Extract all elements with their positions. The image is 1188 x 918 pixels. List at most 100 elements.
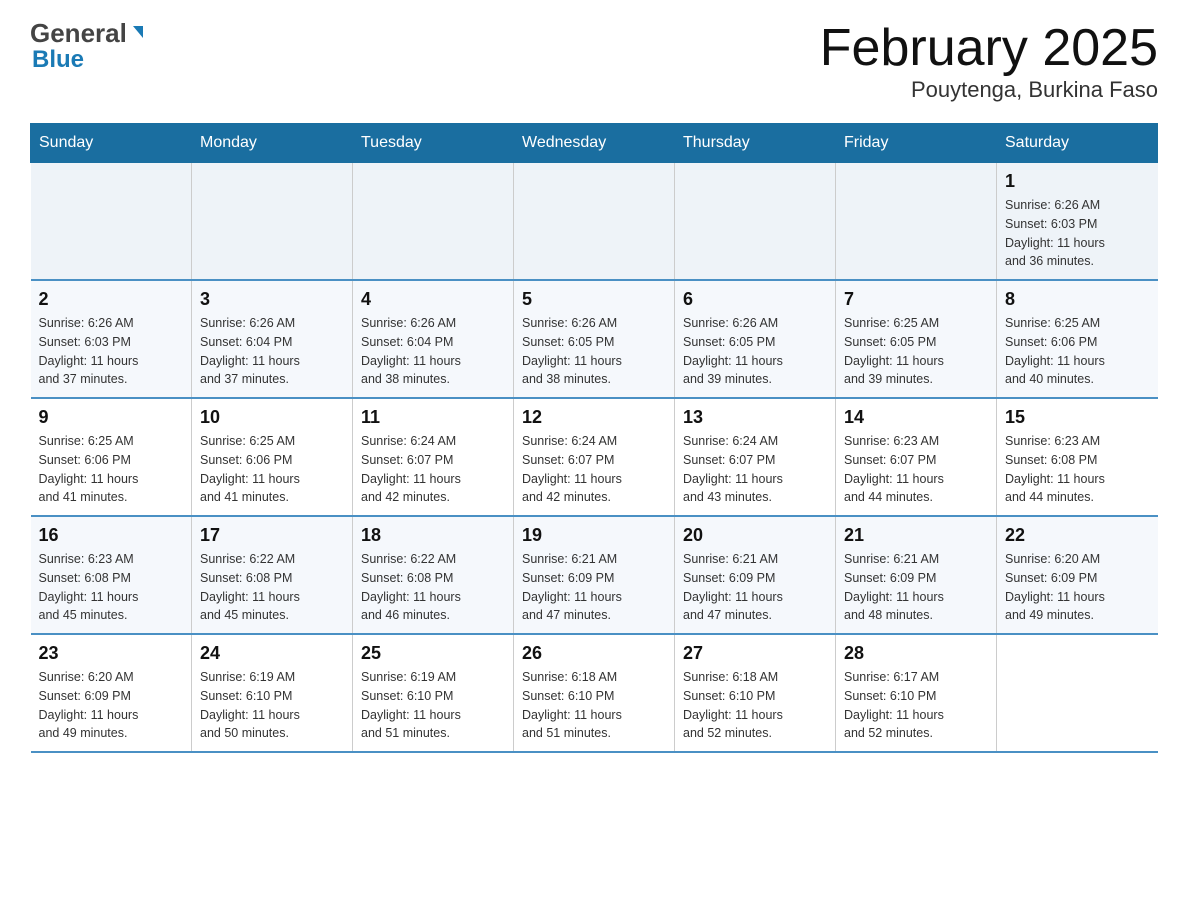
calendar-cell: 15Sunrise: 6:23 AMSunset: 6:08 PMDayligh…	[997, 398, 1158, 516]
logo: General Blue	[30, 20, 147, 74]
day-info: Sunrise: 6:23 AMSunset: 6:08 PMDaylight:…	[1005, 432, 1150, 507]
calendar-week-row: 2 Sunrise: 6:26 AMSunset: 6:03 PMDaylight…	[31, 280, 1158, 398]
day-number: 2	[39, 289, 184, 310]
day-info: Sunrise: 6:26 AMSunset: 6:04 PMDaylight:…	[200, 314, 344, 389]
logo-arrow-icon	[129, 24, 147, 42]
day-number: 21	[844, 525, 988, 546]
calendar-cell	[31, 163, 192, 281]
calendar-header-row: SundayMondayTuesdayWednesdayThursdayFrid…	[31, 124, 1158, 163]
day-number: 7	[844, 289, 988, 310]
day-info: Sunrise: 6:21 AMSunset: 6:09 PMDaylight:…	[683, 550, 827, 625]
logo-general-text: General	[30, 20, 127, 46]
day-info: Sunrise: 6:26 AMSunset: 6:03 PMDaylight:…	[39, 314, 184, 389]
day-number: 1	[1005, 171, 1150, 192]
day-info: Sunrise: 6:19 AMSunset: 6:10 PMDaylight:…	[200, 668, 344, 743]
day-number: 11	[361, 407, 505, 428]
day-number: 12	[522, 407, 666, 428]
day-info: Sunrise: 6:24 AMSunset: 6:07 PMDaylight:…	[683, 432, 827, 507]
calendar-cell	[192, 163, 353, 281]
calendar-cell: 23 Sunrise: 6:20 AMSunset: 6:09 PMDayligh…	[31, 634, 192, 752]
day-number: 23	[39, 643, 184, 664]
day-info: Sunrise: 6:25 AMSunset: 6:06 PMDaylight:…	[1005, 314, 1150, 389]
day-number: 28	[844, 643, 988, 664]
weekday-header-saturday: Saturday	[997, 124, 1158, 163]
calendar-week-row: 1 Sunrise: 6:26 AMSunset: 6:03 PMDaylight…	[31, 163, 1158, 281]
calendar-table: SundayMondayTuesdayWednesdayThursdayFrid…	[30, 123, 1158, 753]
day-number: 16	[39, 525, 184, 546]
calendar-cell: 7 Sunrise: 6:25 AMSunset: 6:05 PMDaylight…	[836, 280, 997, 398]
calendar-cell: 16 Sunrise: 6:23 AMSunset: 6:08 PMDayligh…	[31, 516, 192, 634]
day-number: 17	[200, 525, 344, 546]
calendar-cell: 20 Sunrise: 6:21 AMSunset: 6:09 PMDayligh…	[675, 516, 836, 634]
calendar-cell: 27 Sunrise: 6:18 AMSunset: 6:10 PMDayligh…	[675, 634, 836, 752]
calendar-cell: 25 Sunrise: 6:19 AMSunset: 6:10 PMDayligh…	[353, 634, 514, 752]
day-number: 24	[200, 643, 344, 664]
weekday-header-thursday: Thursday	[675, 124, 836, 163]
day-info: Sunrise: 6:20 AMSunset: 6:09 PMDaylight:…	[1005, 550, 1150, 625]
calendar-cell: 21 Sunrise: 6:21 AMSunset: 6:09 PMDayligh…	[836, 516, 997, 634]
day-info: Sunrise: 6:25 AMSunset: 6:05 PMDaylight:…	[844, 314, 988, 389]
day-number: 18	[361, 525, 505, 546]
calendar-week-row: 16 Sunrise: 6:23 AMSunset: 6:08 PMDayligh…	[31, 516, 1158, 634]
day-info: Sunrise: 6:18 AMSunset: 6:10 PMDaylight:…	[683, 668, 827, 743]
calendar-cell: 24 Sunrise: 6:19 AMSunset: 6:10 PMDayligh…	[192, 634, 353, 752]
day-info: Sunrise: 6:22 AMSunset: 6:08 PMDaylight:…	[200, 550, 344, 625]
calendar-cell	[997, 634, 1158, 752]
calendar-cell: 19Sunrise: 6:21 AMSunset: 6:09 PMDayligh…	[514, 516, 675, 634]
calendar-cell: 22 Sunrise: 6:20 AMSunset: 6:09 PMDayligh…	[997, 516, 1158, 634]
calendar-cell: 13Sunrise: 6:24 AMSunset: 6:07 PMDayligh…	[675, 398, 836, 516]
weekday-header-sunday: Sunday	[31, 124, 192, 163]
calendar-cell	[514, 163, 675, 281]
day-number: 26	[522, 643, 666, 664]
calendar-cell: 28 Sunrise: 6:17 AMSunset: 6:10 PMDayligh…	[836, 634, 997, 752]
day-info: Sunrise: 6:26 AMSunset: 6:03 PMDaylight:…	[1005, 196, 1150, 271]
calendar-cell: 11 Sunrise: 6:24 AMSunset: 6:07 PMDayligh…	[353, 398, 514, 516]
day-info: Sunrise: 6:17 AMSunset: 6:10 PMDaylight:…	[844, 668, 988, 743]
weekday-header-friday: Friday	[836, 124, 997, 163]
page-header: General Blue February 2025 Pouytenga, Bu…	[30, 20, 1158, 103]
calendar-cell: 9 Sunrise: 6:25 AMSunset: 6:06 PMDaylight…	[31, 398, 192, 516]
calendar-cell: 6Sunrise: 6:26 AMSunset: 6:05 PMDaylight…	[675, 280, 836, 398]
logo-blue-text: Blue	[30, 46, 84, 74]
day-number: 9	[39, 407, 184, 428]
calendar-cell: 1 Sunrise: 6:26 AMSunset: 6:03 PMDaylight…	[997, 163, 1158, 281]
day-info: Sunrise: 6:24 AMSunset: 6:07 PMDaylight:…	[522, 432, 666, 507]
day-number: 4	[361, 289, 505, 310]
calendar-cell: 5Sunrise: 6:26 AMSunset: 6:05 PMDaylight…	[514, 280, 675, 398]
day-info: Sunrise: 6:18 AMSunset: 6:10 PMDaylight:…	[522, 668, 666, 743]
weekday-header-wednesday: Wednesday	[514, 124, 675, 163]
calendar-cell: 18 Sunrise: 6:22 AMSunset: 6:08 PMDayligh…	[353, 516, 514, 634]
page-subtitle: Pouytenga, Burkina Faso	[820, 77, 1158, 103]
day-number: 20	[683, 525, 827, 546]
calendar-cell: 17 Sunrise: 6:22 AMSunset: 6:08 PMDayligh…	[192, 516, 353, 634]
day-info: Sunrise: 6:19 AMSunset: 6:10 PMDaylight:…	[361, 668, 505, 743]
day-info: Sunrise: 6:22 AMSunset: 6:08 PMDaylight:…	[361, 550, 505, 625]
page-title: February 2025	[820, 20, 1158, 77]
day-info: Sunrise: 6:24 AMSunset: 6:07 PMDaylight:…	[361, 432, 505, 507]
day-info: Sunrise: 6:20 AMSunset: 6:09 PMDaylight:…	[39, 668, 184, 743]
day-info: Sunrise: 6:21 AMSunset: 6:09 PMDaylight:…	[522, 550, 666, 625]
day-number: 5	[522, 289, 666, 310]
day-number: 8	[1005, 289, 1150, 310]
calendar-week-row: 23 Sunrise: 6:20 AMSunset: 6:09 PMDayligh…	[31, 634, 1158, 752]
calendar-cell: 3 Sunrise: 6:26 AMSunset: 6:04 PMDaylight…	[192, 280, 353, 398]
calendar-cell: 26 Sunrise: 6:18 AMSunset: 6:10 PMDayligh…	[514, 634, 675, 752]
day-info: Sunrise: 6:21 AMSunset: 6:09 PMDaylight:…	[844, 550, 988, 625]
day-info: Sunrise: 6:25 AMSunset: 6:06 PMDaylight:…	[39, 432, 184, 507]
calendar-cell: 2 Sunrise: 6:26 AMSunset: 6:03 PMDaylight…	[31, 280, 192, 398]
day-info: Sunrise: 6:23 AMSunset: 6:07 PMDaylight:…	[844, 432, 988, 507]
day-number: 27	[683, 643, 827, 664]
calendar-cell	[675, 163, 836, 281]
calendar-cell: 14Sunrise: 6:23 AMSunset: 6:07 PMDayligh…	[836, 398, 997, 516]
day-number: 22	[1005, 525, 1150, 546]
day-number: 3	[200, 289, 344, 310]
calendar-cell: 8 Sunrise: 6:25 AMSunset: 6:06 PMDaylight…	[997, 280, 1158, 398]
day-info: Sunrise: 6:23 AMSunset: 6:08 PMDaylight:…	[39, 550, 184, 625]
calendar-cell: 12 Sunrise: 6:24 AMSunset: 6:07 PMDayligh…	[514, 398, 675, 516]
title-block: February 2025 Pouytenga, Burkina Faso	[820, 20, 1158, 103]
day-number: 25	[361, 643, 505, 664]
calendar-cell: 4Sunrise: 6:26 AMSunset: 6:04 PMDaylight…	[353, 280, 514, 398]
weekday-header-monday: Monday	[192, 124, 353, 163]
day-info: Sunrise: 6:26 AMSunset: 6:05 PMDaylight:…	[683, 314, 827, 389]
calendar-week-row: 9 Sunrise: 6:25 AMSunset: 6:06 PMDaylight…	[31, 398, 1158, 516]
